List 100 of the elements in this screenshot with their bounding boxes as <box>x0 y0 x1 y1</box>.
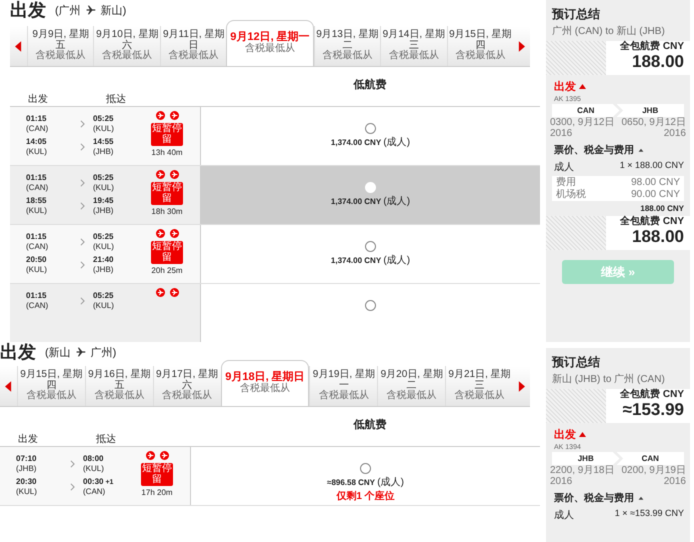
fee-label: 费用 <box>556 177 576 188</box>
airport-code: (CAN) <box>26 242 48 252</box>
arrival-time: 19:45 <box>93 196 114 205</box>
chevron-icon <box>80 296 85 304</box>
date-tab[interactable]: 9月16日, 星期五 含税最低从 <box>84 366 153 406</box>
fee-amount: 90.00 CNY <box>631 188 680 200</box>
fee-amount: 98.00 CNY <box>631 177 680 188</box>
departure-time: 20:30 <box>16 476 36 486</box>
summary-route: 广州 (CAN) to 新山 (JHB) <box>551 24 666 38</box>
caret-icon[interactable] <box>579 84 586 89</box>
date-tab[interactable]: 9月19日, 星期一 含税最低从 <box>309 366 378 406</box>
arrival-datetime: 0200, 9月19日 2016 <box>620 466 686 487</box>
chevron-icon <box>70 460 75 468</box>
passenger-amount: 1 × 188.00 CNY <box>620 160 684 172</box>
date-tab[interactable]: 9月20日, 星期二 含税最低从 <box>377 366 446 406</box>
next-arrow-icon[interactable] <box>518 381 525 392</box>
hatched-area <box>546 389 606 423</box>
radio-button[interactable] <box>365 300 376 311</box>
passenger-label: 成人 <box>554 508 574 522</box>
previous-arrow-icon[interactable] <box>5 381 12 392</box>
fare-amount: 1,374.00 CNY <box>330 138 382 147</box>
date-tab[interactable]: 9月21日, 星期三 含税最低从 <box>445 366 513 406</box>
passenger-type: (成人) <box>383 196 410 207</box>
plane-icon <box>156 229 164 238</box>
layover-badge: 短暂停留 <box>151 182 183 205</box>
destination-code: CAN <box>616 452 684 465</box>
layover-badge: 短暂停留 <box>141 463 173 486</box>
airport-code: (KUL) <box>93 182 114 192</box>
plane-icon <box>170 170 178 179</box>
direction-label: 出发 <box>554 428 576 442</box>
passenger-label: 成人 <box>554 160 574 174</box>
plane-icon <box>160 451 168 460</box>
previous-arrow-icon[interactable] <box>15 41 22 52</box>
origin-code: JHB <box>552 452 620 465</box>
date-tab[interactable]: 9月15日, 星期四 含税最低从 <box>17 366 85 406</box>
departure-time: 01:15 <box>26 232 46 242</box>
plane-icon <box>156 111 164 120</box>
radio-button[interactable] <box>360 463 371 474</box>
chevron-icon <box>80 120 85 128</box>
passenger-type: (成人) <box>383 255 410 266</box>
airport-code: (KUL) <box>26 146 47 156</box>
departure-time: 14:05 <box>26 136 46 146</box>
route-destination: 新山) <box>100 4 126 18</box>
next-arrow-icon[interactable] <box>518 41 526 52</box>
departure-datetime: 2200, 9月18日 2016 <box>550 466 616 487</box>
date-tab[interactable]: 9月14日, 星期三 含税最低从 <box>380 26 447 66</box>
duration-text: 18h 30m <box>151 207 183 216</box>
chevron-icon <box>80 178 85 186</box>
plane-icon <box>146 451 154 460</box>
caret-icon[interactable] <box>638 496 644 500</box>
date-tab[interactable]: 9月13日, 星期二 含税最低从 <box>314 26 380 66</box>
airport-code: (JHB) <box>93 206 114 216</box>
date-tab[interactable]: 9月9日, 星期五 含税最低从 <box>27 26 94 66</box>
departure-time: 01:15 <box>26 290 46 300</box>
column-heading: 抵达 <box>96 432 116 446</box>
date-tab[interactable]: 9月15日, 星期四 含税最低从 <box>446 26 514 66</box>
airport-code: (CAN) <box>26 182 48 192</box>
arrival-time: 14:55 <box>93 136 114 146</box>
fare-column-heading: 低航费 <box>352 418 388 432</box>
arrival-time: 00:30 <box>83 476 104 486</box>
departure-time: 01:15 <box>26 172 46 182</box>
airport-code: (CAN) <box>83 486 106 496</box>
fares-section-label: 票价、税金与费用 <box>554 144 634 157</box>
radio-button[interactable] <box>365 241 376 252</box>
arrival-time: 05:25 <box>93 172 114 182</box>
origin-code: CAN <box>552 104 620 117</box>
date-tab[interactable]: 9月12日, 星期一 含税最低从 <box>226 20 314 66</box>
arrival-time: 05:25 <box>93 232 114 241</box>
airport-code: (JHB) <box>16 464 36 474</box>
arrival-datetime: 0650, 9月12日 2016 <box>620 118 686 139</box>
fare-column-heading: 低航费 <box>352 78 388 92</box>
direction-label: 出发 <box>554 80 576 94</box>
chevron-icon <box>80 142 85 150</box>
fare-amount: 1,374.00 CNY <box>330 256 382 265</box>
chevron-icon <box>80 238 85 246</box>
plane-icon <box>170 288 178 297</box>
chevron-icon <box>80 260 85 268</box>
departure-time: 07:10 <box>16 454 36 464</box>
duration-text: 20h 25m <box>151 266 183 275</box>
date-tab[interactable]: 9月10日, 星期六 含税最低从 <box>93 26 160 66</box>
date-tab[interactable]: 9月18日, 星期日 含税最低从 <box>220 360 310 406</box>
radio-button[interactable] <box>365 123 376 134</box>
passenger-amount: 1 × ≈153.99 CNY <box>614 508 684 520</box>
seats-left-note: 仅剩1 个座位 <box>336 489 395 503</box>
caret-icon[interactable] <box>579 432 586 437</box>
departure-time: 01:15 <box>26 114 46 124</box>
fare-cell[interactable]: 1,374.00 CNY (成人) <box>201 166 540 224</box>
column-heading: 抵达 <box>106 92 126 106</box>
caret-icon[interactable] <box>638 148 644 152</box>
airport-code: (KUL) <box>93 242 114 252</box>
airport-code: (KUL) <box>26 206 47 216</box>
summary-title: 预订总结 <box>550 354 601 371</box>
hatched-area <box>546 41 606 75</box>
fare-amount: ≈896.58 CNY <box>327 478 376 487</box>
plane-icon <box>76 347 86 357</box>
departure-datetime: 0300, 9月12日 2016 <box>550 118 616 139</box>
airport-code: (KUL) <box>93 300 114 310</box>
airport-code: (CAN) <box>26 124 48 134</box>
layover-badge: 短暂停留 <box>151 123 183 146</box>
passenger-type: (成人) <box>383 137 410 148</box>
